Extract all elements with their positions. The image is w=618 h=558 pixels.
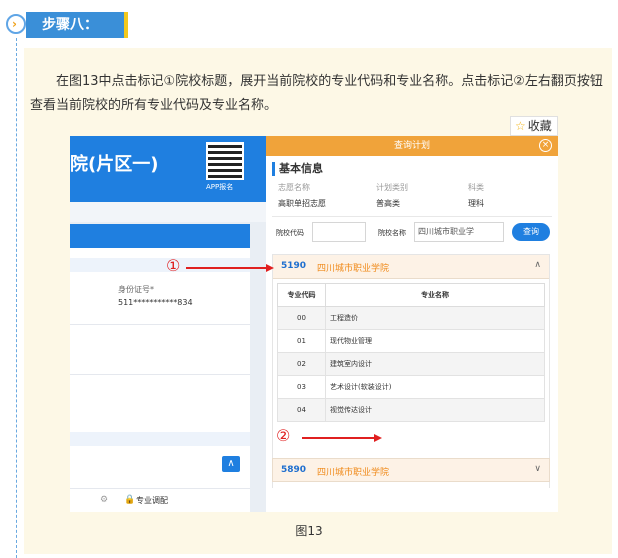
modal-title: 查询计划 (266, 136, 558, 156)
step-title-accent (124, 12, 128, 38)
marker-1-arrow (186, 267, 266, 269)
column-header-code: 专业代码 (277, 283, 326, 307)
major-code: 04 (277, 398, 326, 422)
basic-info-title: 基本信息 (272, 162, 323, 176)
table-row: 03 艺术设计(软装设计) (277, 375, 545, 399)
scroll-top-button[interactable]: ∧ (222, 456, 240, 472)
major-name: 现代物业管理 (325, 329, 545, 353)
favorite-button[interactable]: ☆ 收藏 (510, 116, 558, 136)
modal-divider (272, 216, 552, 217)
chevron-up-icon: ∧ (227, 458, 235, 469)
background-title: 院(片区一) (70, 154, 159, 175)
school-code: 5890 (281, 465, 307, 475)
close-icon[interactable]: × (539, 139, 552, 152)
school-code: 5190 (281, 261, 307, 271)
modal-bottom (266, 488, 558, 512)
star-icon: ☆ (515, 119, 526, 133)
footer-item-label: 专业调配 (136, 496, 168, 505)
school-name: 四川城市职业学院 (317, 264, 390, 274)
background-footer: ⚙ 🔒 专业调配 (70, 488, 250, 512)
info-value: 理科 (468, 199, 484, 208)
id-number-label: 身份证号* (118, 285, 154, 294)
school-code-label: 院校代码 (276, 229, 304, 237)
table-row: 02 建筑室内设计 (277, 352, 545, 376)
background-row (70, 432, 250, 446)
background-divider (70, 324, 250, 325)
school-name-input[interactable]: 四川城市职业学 (414, 222, 504, 242)
screenshot-figure: 院(片区一) APP报名 身份证号* 511***********834 ∧ ⚙… (70, 136, 558, 512)
search-button[interactable]: 查询 (512, 223, 550, 241)
figure-caption: 图13 (295, 524, 323, 538)
step-title: 步骤八： (26, 12, 126, 38)
school-accordion-collapsed[interactable]: 5890 四川城市职业学院 ∨ (272, 458, 550, 482)
background-header: 院(片区一) APP报名 (70, 136, 266, 202)
background-card-header (70, 224, 250, 248)
marker-2-arrow (302, 437, 374, 439)
marker-2-arrowhead (374, 434, 382, 442)
gear-icon: ⚙ (100, 495, 109, 505)
qr-code-icon (206, 142, 244, 180)
column-header-name: 专业名称 (325, 283, 545, 307)
major-name: 艺术设计(软装设计) (325, 375, 545, 399)
chevron-down-icon: ∨ (534, 464, 541, 474)
marker-1: ① (166, 256, 181, 275)
info-label: 计划类别 (376, 183, 408, 192)
table-row: 01 现代物业管理 (277, 329, 545, 353)
info-value: 普高类 (376, 199, 400, 208)
major-name: 工程造价 (325, 306, 545, 330)
favorite-label: 收藏 (527, 119, 552, 133)
table-row: 00 工程造价 (277, 306, 545, 330)
chevron-up-icon: ∧ (534, 260, 541, 270)
major-name: 建筑室内设计 (325, 352, 545, 376)
query-plan-modal: 查询计划 × 基本信息 志愿名称 高职单招志愿 计划类别 普高类 科类 理科 院… (266, 136, 558, 512)
table-row: 04 视觉传达设计 (277, 398, 545, 422)
major-code: 00 (277, 306, 326, 330)
search-bar: 院校代码 院校名称 四川城市职业学 查询 (272, 222, 552, 244)
id-number-value: 511***********834 (118, 298, 193, 307)
school-code-input[interactable] (312, 222, 366, 242)
major-name: 视觉传达设计 (325, 398, 545, 422)
major-code: 03 (277, 375, 326, 399)
background-strip (70, 202, 266, 222)
school-accordion-expanded: 5190 四川城市职业学院 ∧ 专业代码 专业名称 00 工程造价 01 现代物… (272, 254, 550, 490)
info-label: 志愿名称 (278, 183, 310, 192)
school-name: 四川城市职业学院 (317, 468, 390, 478)
majors-table: 专业代码 专业名称 00 工程造价 01 现代物业管理 02 建筑室内设计 03 (277, 283, 545, 422)
step-bullet-icon: › (6, 14, 26, 34)
qr-label: APP报名 (206, 183, 234, 191)
background-row (70, 258, 250, 272)
instruction-text: 在图13中点击标记①院校标题，展开当前院校的专业代码和专业名称。点击标记②左右翻… (30, 74, 603, 113)
marker-1-arrowhead (266, 264, 274, 272)
info-label: 科类 (468, 183, 484, 192)
school-title-row[interactable]: 5190 四川城市职业学院 ∧ (273, 255, 549, 279)
major-code: 02 (277, 352, 326, 376)
background-divider (70, 374, 250, 375)
marker-2: ② (276, 426, 291, 445)
lock-icon: 🔒 (124, 495, 136, 505)
instruction-paragraph: 在图13中点击标记①院校标题，展开当前院校的专业代码和专业名称。点击标记②左右翻… (30, 70, 610, 118)
major-code: 01 (277, 329, 326, 353)
timeline-dotted-line (16, 38, 17, 558)
school-name-label: 院校名称 (378, 229, 406, 237)
info-value: 高职单招志愿 (278, 199, 326, 208)
table-header-row: 专业代码 专业名称 (277, 283, 545, 307)
chevron-right-icon: › (12, 17, 17, 31)
